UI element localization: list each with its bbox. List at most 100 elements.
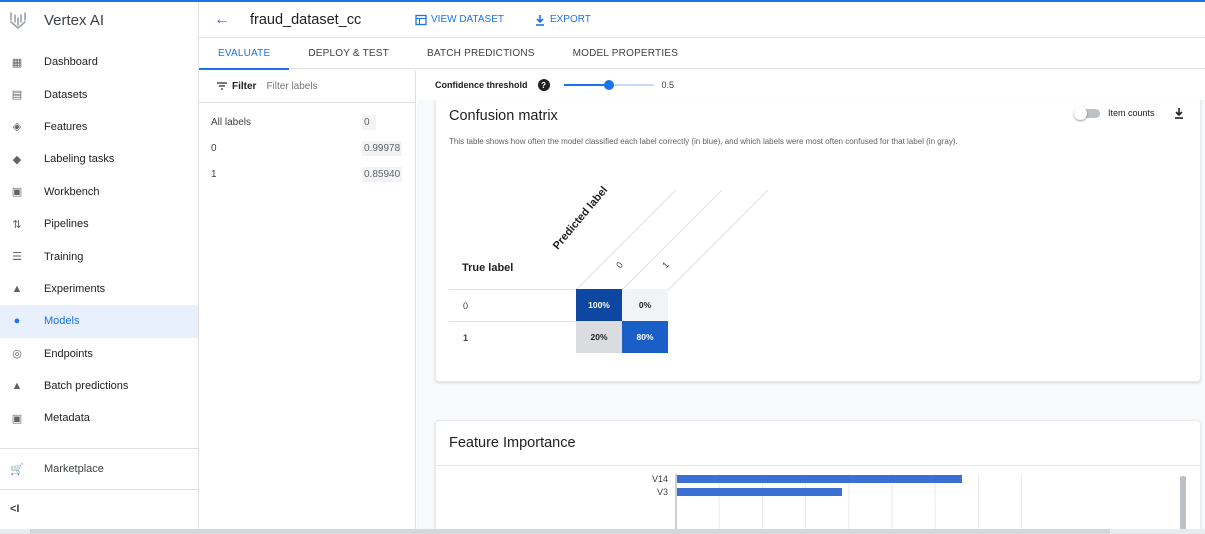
nav-item-endpoints[interactable]: ◎ Endpoints bbox=[0, 338, 198, 370]
export-label: EXPORT bbox=[549, 14, 591, 25]
row-divider bbox=[449, 321, 575, 322]
tab-deploy-test[interactable]: DEPLOY & TEST bbox=[289, 38, 408, 69]
nav-item-label: Dashboard bbox=[44, 56, 98, 69]
confidence-slider[interactable] bbox=[563, 79, 654, 91]
nav-item-label: Batch predictions bbox=[44, 380, 129, 393]
nav-item-models[interactable]: ● Models bbox=[0, 305, 198, 338]
nav-item-metadata[interactable]: ▣ Metadata bbox=[0, 402, 198, 434]
left-nav: Vertex AI ▦ Dashboard ▤ Datasets ◈ Features ◆ L… bbox=[0, 2, 199, 534]
collapse-nav-button[interactable]: <I bbox=[0, 490, 198, 528]
slider-fill bbox=[563, 84, 609, 86]
collapse-icon: <I bbox=[10, 503, 20, 515]
matrix-header-lines bbox=[575, 190, 769, 291]
nav-items: ▦ Dashboard ▤ Datasets ◈ Features ◆ Labeling ta… bbox=[0, 46, 198, 435]
matrix-cell-0-1: 0% bbox=[622, 289, 668, 321]
filter-labels-input[interactable] bbox=[266, 80, 397, 92]
confidence-label: Confidence threshold bbox=[435, 80, 528, 90]
models-icon: ● bbox=[13, 315, 21, 328]
toggle-knob bbox=[1074, 107, 1087, 120]
horizontal-scrollbar[interactable] bbox=[0, 529, 1205, 534]
help-icon[interactable]: ? bbox=[537, 79, 550, 91]
tab-bar: EVALUATE DEPLOY & TEST BATCH PREDICTIONS… bbox=[199, 38, 1205, 70]
nav-item-label: Marketplace bbox=[44, 463, 104, 475]
nav-item-label: Labeling tasks bbox=[44, 153, 115, 166]
features-icon: ◈ bbox=[12, 121, 22, 134]
download-icon bbox=[535, 14, 544, 26]
nav-item-batch-predictions[interactable]: ▲ Batch predictions bbox=[0, 370, 198, 402]
nav-item-dashboard[interactable]: ▦ Dashboard bbox=[0, 46, 198, 78]
nav-item-label: Workbench bbox=[44, 185, 100, 198]
filter-label: Filter bbox=[232, 80, 257, 92]
confusion-matrix-description: This table shows how often the model cla… bbox=[449, 137, 958, 146]
tab-batch-predictions[interactable]: BATCH PREDICTIONS bbox=[408, 38, 554, 69]
label-name: 1 bbox=[211, 168, 217, 180]
brand-name: Vertex AI bbox=[44, 11, 105, 29]
training-icon: ☰ bbox=[12, 251, 22, 264]
nav-item-experiments[interactable]: ▲ Experiments bbox=[0, 273, 198, 305]
vertex-ai-logo-icon bbox=[10, 12, 26, 30]
filter-icon bbox=[217, 82, 227, 90]
nav-item-datasets[interactable]: ▤ Datasets bbox=[0, 78, 198, 110]
nav-item-label: Endpoints bbox=[44, 347, 93, 360]
label-row-1[interactable]: 1 0.85940 bbox=[199, 161, 415, 187]
tab-evaluate[interactable]: EVALUATE bbox=[199, 38, 290, 70]
label-value: 0.99978 bbox=[362, 140, 403, 156]
matrix-cell-0-0: 100% bbox=[576, 289, 622, 321]
main-content: Confidence threshold ? 0.5 Confusion mat… bbox=[417, 70, 1205, 534]
row-divider bbox=[449, 289, 575, 290]
view-dataset-label: VIEW DATASET bbox=[431, 14, 504, 25]
label-list: All labels 0 0 0.99978 1 0.85940 bbox=[199, 109, 415, 187]
label-name: All labels bbox=[211, 116, 252, 128]
label-row-all[interactable]: All labels 0 bbox=[199, 109, 415, 135]
item-counts-label: Item counts bbox=[1108, 108, 1155, 118]
table-icon bbox=[415, 14, 427, 25]
datasets-icon: ▤ bbox=[11, 89, 23, 102]
batch-icon: ▲ bbox=[11, 380, 23, 393]
nav-item-label: Pipelines bbox=[44, 218, 89, 231]
confidence-value: 0.5 bbox=[661, 80, 675, 90]
label-icon: ◆ bbox=[12, 153, 22, 166]
slider-thumb[interactable] bbox=[603, 80, 614, 90]
nav-item-pipelines[interactable]: ⇅ Pipelines bbox=[0, 208, 198, 240]
page-header: ← fraud_dataset_cc VIEW DATASET EXPORT bbox=[199, 2, 1205, 38]
label-value: 0.85940 bbox=[362, 166, 403, 182]
workbench-icon: ▣ bbox=[11, 186, 23, 199]
nav-item-marketplace[interactable]: 🛒 Marketplace bbox=[0, 449, 198, 489]
nav-brand: Vertex AI bbox=[0, 2, 198, 38]
nav-item-label: Experiments bbox=[44, 282, 106, 295]
nav-item-features[interactable]: ◈ Features bbox=[0, 111, 198, 143]
item-counts-toggle[interactable] bbox=[1074, 107, 1102, 120]
true-label-header: True label bbox=[462, 262, 514, 274]
label-row-0[interactable]: 0 0.99978 bbox=[199, 135, 415, 161]
nav-item-label: Training bbox=[44, 250, 84, 263]
scrollbar-thumb[interactable] bbox=[30, 529, 1110, 534]
feature-importance-chart: V14V3 bbox=[652, 474, 1023, 534]
tick-label-v14: V14 bbox=[652, 474, 668, 484]
nav-item-workbench[interactable]: ▣ Workbench bbox=[0, 176, 198, 208]
confusion-matrix-card: Confusion matrix Item counts This table … bbox=[435, 100, 1201, 382]
marketplace-icon: 🛒 bbox=[10, 463, 24, 476]
matrix-cell-1-1: 80% bbox=[622, 321, 668, 353]
view-dataset-button[interactable]: VIEW DATASET bbox=[415, 14, 504, 26]
pipelines-icon: ⇅ bbox=[12, 218, 22, 231]
back-arrow-icon[interactable]: ← bbox=[214, 11, 230, 28]
dashboard-icon: ▦ bbox=[11, 56, 23, 69]
vertical-scrollbar[interactable] bbox=[1180, 476, 1186, 534]
filter-bar: Filter bbox=[199, 70, 415, 103]
label-value: 0 bbox=[362, 114, 376, 130]
nav-item-label: Features bbox=[44, 120, 88, 133]
tick-label-v3: V3 bbox=[657, 487, 668, 497]
nav-item-training[interactable]: ☰ Training bbox=[0, 240, 198, 272]
nav-item-labeling-tasks[interactable]: ◆ Labeling tasks bbox=[0, 143, 198, 175]
labels-pane: Filter All labels 0 0 0.99978 1 0.85940 bbox=[199, 70, 416, 534]
download-icon[interactable] bbox=[1173, 107, 1185, 119]
tab-model-properties[interactable]: MODEL PROPERTIES bbox=[554, 38, 697, 69]
label-name: 0 bbox=[211, 142, 217, 154]
confusion-matrix-title: Confusion matrix bbox=[449, 108, 558, 124]
feature-importance-card: Feature Importance V14 V3 bbox=[435, 420, 1201, 534]
feature-importance-title: Feature Importance bbox=[449, 435, 576, 451]
page-title: fraud_dataset_cc bbox=[250, 11, 362, 28]
export-button[interactable]: EXPORT bbox=[534, 14, 591, 26]
row-label-0: 0 bbox=[463, 301, 469, 311]
nav-item-label: Models bbox=[44, 315, 80, 328]
